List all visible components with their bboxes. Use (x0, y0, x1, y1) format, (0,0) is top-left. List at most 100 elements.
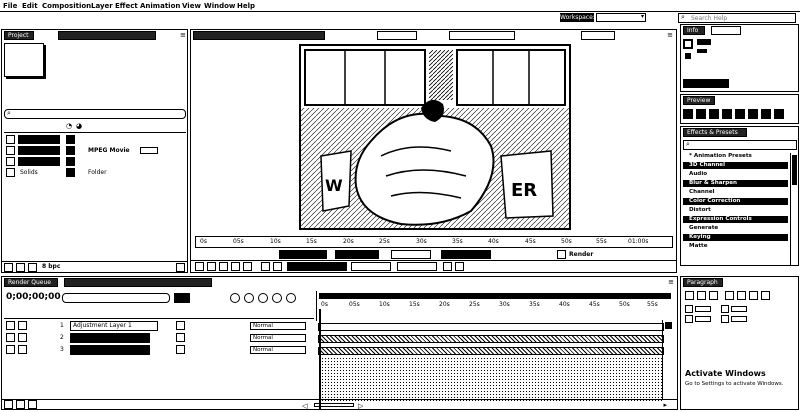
bpc-label[interactable]: 8 bpc (42, 263, 60, 271)
layer-bar-2[interactable] (318, 335, 664, 343)
effect-category[interactable]: Matte (683, 243, 788, 250)
effect-category[interactable]: Audio (683, 171, 788, 178)
tab-audio[interactable] (711, 26, 741, 35)
effect-category[interactable]: Color Correction (683, 198, 788, 205)
fast-preview-icon[interactable] (443, 262, 452, 271)
menu-effect[interactable]: Effect (115, 1, 138, 11)
tab-effect-controls[interactable] (58, 31, 156, 40)
ram-preview-icon[interactable] (774, 109, 784, 119)
view-dropdown[interactable] (287, 262, 347, 271)
justify-center-icon[interactable] (737, 291, 746, 300)
last-frame-icon[interactable] (735, 109, 745, 119)
menu-help[interactable]: Help (237, 1, 255, 11)
region-icon[interactable] (261, 262, 270, 271)
list-item[interactable]: MPEG Movie (6, 146, 186, 155)
effects-search-field[interactable]: ⌕ (683, 140, 797, 150)
views-dropdown[interactable] (397, 262, 437, 271)
layer-bar-3[interactable] (318, 347, 664, 355)
type-sort-icon[interactable]: ◕ (76, 122, 82, 130)
menu-animation[interactable]: Animation (140, 1, 180, 11)
column-name[interactable] (6, 123, 28, 129)
zoom-slider[interactable] (314, 403, 354, 407)
render-checkbox[interactable] (557, 250, 566, 259)
layer-switches-icon[interactable] (4, 400, 13, 409)
prev-frame-icon[interactable] (696, 109, 706, 119)
scroll-thumb[interactable] (792, 155, 797, 185)
resolution-icon[interactable] (207, 262, 216, 271)
layer-name[interactable] (70, 333, 150, 343)
tab-preview[interactable]: Preview (683, 96, 715, 105)
effect-category[interactable]: Distort (683, 207, 788, 214)
first-frame-icon[interactable] (683, 109, 693, 119)
blend-mode-dropdown[interactable]: Normal (250, 334, 306, 342)
effects-scrollbar[interactable] (790, 153, 798, 265)
eye-icon[interactable] (6, 333, 15, 342)
viewer-button[interactable] (335, 250, 379, 259)
table-row[interactable]: 1 Adjustment Layer 1 Normal (4, 321, 314, 331)
panel-menu-icon[interactable]: ≡ (667, 31, 673, 39)
eye-icon[interactable] (6, 321, 15, 330)
interpret-footage-icon[interactable] (4, 263, 13, 272)
tab-layer[interactable] (377, 31, 417, 40)
eye-icon[interactable] (6, 345, 15, 354)
project-search-field[interactable]: ⌕ (4, 109, 186, 119)
menu-edit[interactable]: Edit (22, 1, 38, 11)
trash-icon[interactable] (176, 263, 185, 272)
zoom-out-icon[interactable]: ◁ (302, 402, 307, 409)
magnification-icon[interactable] (195, 262, 204, 271)
layer-name[interactable]: Adjustment Layer 1 (70, 321, 158, 331)
effect-category[interactable]: Blur & Sharpen (683, 180, 788, 187)
loop-icon[interactable] (748, 109, 758, 119)
audio-toggle-icon[interactable] (18, 333, 27, 342)
grid-icon[interactable] (243, 262, 252, 271)
audio-icon[interactable] (761, 109, 771, 119)
workspace-dropdown[interactable]: ▾ (596, 13, 646, 22)
tab-paragraph[interactable]: Paragraph (683, 278, 723, 287)
indent-right-field[interactable] (731, 306, 747, 312)
snapshot-icon[interactable] (219, 262, 228, 271)
modes-icon[interactable] (16, 400, 25, 409)
transparency-icon[interactable] (273, 262, 282, 271)
work-area-bar[interactable] (319, 293, 671, 299)
switch-icon[interactable] (176, 345, 185, 354)
align-right-icon[interactable] (709, 291, 718, 300)
tab-composition[interactable] (193, 31, 325, 40)
panel-menu-icon[interactable]: ≡ (180, 31, 186, 39)
blend-mode-dropdown[interactable]: Normal (250, 322, 306, 330)
shy-layers-icon[interactable] (244, 293, 254, 303)
draft-3d-icon[interactable] (230, 293, 240, 303)
viewer-button[interactable] (441, 250, 491, 259)
effect-category[interactable]: Generate (683, 225, 788, 232)
panel-menu-icon[interactable]: ≡ (668, 278, 674, 286)
audio-toggle-icon[interactable] (18, 321, 27, 330)
tab-footage[interactable] (449, 31, 515, 40)
tab-effects-presets[interactable]: Effects & Presets (683, 128, 747, 137)
graph-editor-icon[interactable] (286, 293, 296, 303)
menu-composition[interactable]: Composition (42, 1, 91, 11)
effect-category[interactable]: Channel (683, 189, 788, 196)
justify-left-icon[interactable] (725, 291, 734, 300)
switch-icon[interactable] (176, 333, 185, 342)
motion-blur-icon[interactable] (272, 293, 282, 303)
align-left-icon[interactable] (685, 291, 694, 300)
menu-window[interactable]: Window (204, 1, 235, 11)
current-timecode[interactable]: 0;00;00;00 (6, 292, 61, 302)
timeline-search-field[interactable] (62, 293, 170, 303)
indent-left-field[interactable] (695, 306, 711, 312)
play-icon[interactable] (709, 109, 719, 119)
tab-project[interactable]: Project (4, 31, 34, 40)
table-row[interactable]: 2 Normal (4, 333, 314, 343)
comp-mini-flowchart-icon[interactable] (174, 293, 190, 303)
search-help-field[interactable]: ⌕ (678, 13, 796, 23)
frame-blending-icon[interactable] (258, 293, 268, 303)
layer-name[interactable] (70, 345, 150, 355)
timeline-icon[interactable] (455, 262, 464, 271)
blend-mode-dropdown[interactable]: Normal (250, 346, 306, 354)
audio-toggle-icon[interactable] (18, 345, 27, 354)
search-help-input[interactable] (691, 14, 791, 22)
justify-all-icon[interactable] (761, 291, 770, 300)
list-item[interactable] (6, 135, 186, 144)
channel-icon[interactable] (231, 262, 240, 271)
viewer-time-ruler[interactable]: 0s 05s 10s 15s 20s 25s 30s 35s 40s 45s 5… (195, 236, 673, 248)
next-frame-icon[interactable] (722, 109, 732, 119)
